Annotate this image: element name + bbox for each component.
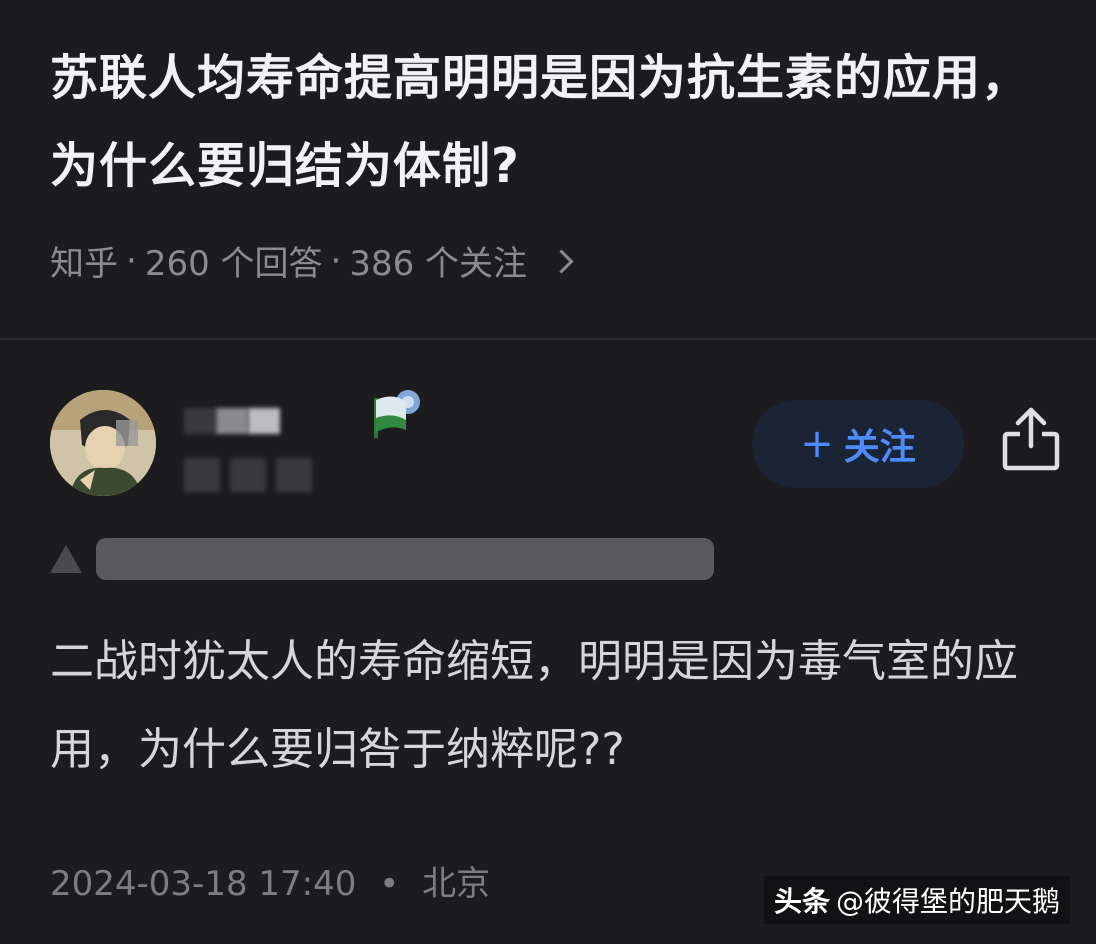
- watermark: 头条 @彼得堡的肥天鹅: [763, 876, 1070, 924]
- answer-meta: 2024-03-18 17:40 • 北京: [50, 856, 490, 905]
- author-name-redacted[interactable]: [184, 408, 280, 434]
- follow-button-label: 关注: [843, 427, 916, 468]
- redacted-bar: [96, 538, 714, 580]
- share-icon[interactable]: [1002, 404, 1060, 472]
- chevron-right-icon[interactable]: [549, 249, 574, 274]
- answer-date: 2024-03-18 17:40: [50, 864, 357, 904]
- meta-dot: •: [379, 864, 400, 904]
- author-title-redacted: [184, 458, 312, 492]
- meta-separator: ·: [126, 240, 137, 281]
- follow-button[interactable]: + 关注: [752, 400, 964, 488]
- collapsed-content[interactable]: [50, 538, 714, 580]
- collapse-triangle-icon: [50, 545, 82, 573]
- plus-icon: +: [800, 421, 834, 467]
- meta-separator: ·: [330, 240, 342, 281]
- follower-count: 386 个关注: [349, 244, 528, 284]
- question-meta[interactable]: 知乎 · 260 个回答 · 386 个关注: [50, 236, 574, 285]
- question-title[interactable]: 苏联人均寿命提高明明是因为抗生素的应用，为什么要归结为体制?: [50, 34, 1040, 210]
- answer-count: 260 个回答: [144, 244, 323, 284]
- answer-location: 北京: [422, 864, 491, 904]
- question-source: 知乎: [50, 244, 118, 284]
- section-divider: [0, 338, 1096, 340]
- flag-badge-icon: [374, 390, 420, 438]
- avatar[interactable]: [50, 390, 156, 496]
- answer-body[interactable]: 二战时犹太人的寿命缩短，明明是因为毒气室的应用，为什么要归咎于纳粹呢??: [50, 618, 1070, 794]
- watermark-handle: @彼得堡的肥天鹅: [835, 885, 1060, 918]
- watermark-brand: 头条: [773, 885, 830, 918]
- question-header: 苏联人均寿命提高明明是因为抗生素的应用，为什么要归结为体制?: [50, 34, 1040, 210]
